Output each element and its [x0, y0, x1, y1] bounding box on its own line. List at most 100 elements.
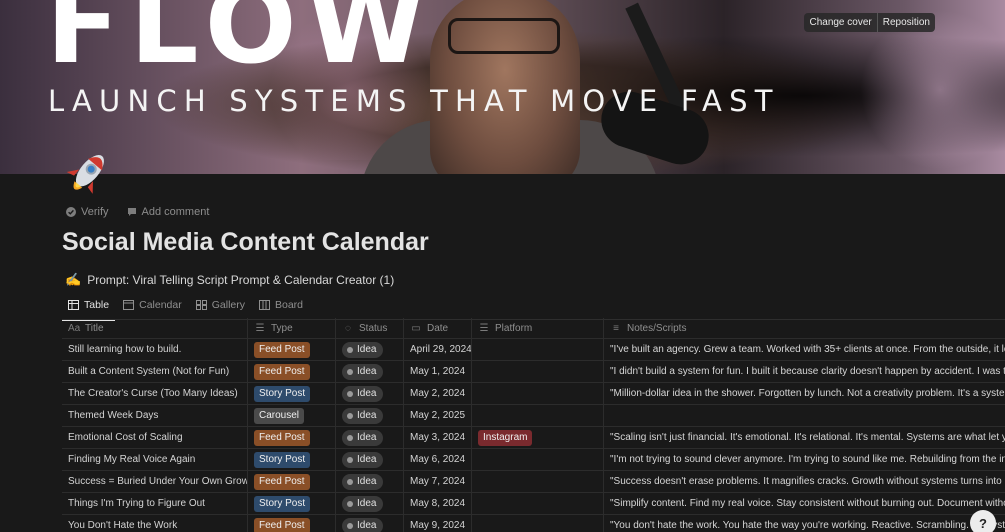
row-title-cell[interactable]: The Creator's Curse (Too Many Ideas): [62, 383, 248, 404]
row-status-cell[interactable]: Idea: [336, 383, 404, 404]
row-date-cell[interactable]: May 2, 2024: [404, 383, 472, 404]
row-status-cell[interactable]: Idea: [336, 493, 404, 514]
row-title-cell[interactable]: You Don't Hate the Work: [62, 515, 248, 532]
row-status-cell[interactable]: Idea: [336, 449, 404, 470]
text-lines-icon: ≡: [613, 322, 619, 334]
row-platform-cell[interactable]: [472, 405, 604, 426]
row-platform-cell[interactable]: Instagram: [472, 427, 604, 448]
status-dot-icon: [347, 412, 353, 419]
row-date-cell[interactable]: May 9, 2024: [404, 515, 472, 532]
row-notes-cell[interactable]: "Simplify content. Find my real voice. S…: [604, 493, 1005, 514]
prompt-page-link[interactable]: ✍ Prompt: Viral Telling Script Prompt & …: [65, 272, 394, 288]
row-type-cell[interactable]: Story Post: [248, 383, 336, 404]
column-header-status-label: Status: [359, 322, 388, 334]
status-label: Idea: [357, 453, 377, 465]
column-header-notes[interactable]: ≡ Notes/Scripts: [604, 318, 1005, 338]
row-type-cell[interactable]: Feed Post: [248, 339, 336, 360]
tab-gallery[interactable]: Gallery: [190, 295, 251, 318]
row-date-cell[interactable]: May 7, 2024: [404, 471, 472, 492]
text-property-icon: Aa: [68, 322, 81, 334]
page-meta-row: Verify Add comment: [66, 206, 209, 218]
reposition-button[interactable]: Reposition: [876, 13, 935, 32]
status-label: Idea: [357, 365, 377, 377]
row-title: The Creator's Curse (Too Many Ideas): [68, 388, 238, 399]
row-notes-cell[interactable]: "I've built an agency. Grew a team. Work…: [604, 339, 1005, 360]
row-notes-cell[interactable]: "You don't hate the work. You hate the w…: [604, 515, 1005, 532]
row-type-cell[interactable]: Feed Post: [248, 471, 336, 492]
table-row[interactable]: Success = Buried Under Your Own Growth Fe…: [62, 471, 1005, 493]
row-platform-cell[interactable]: [472, 339, 604, 360]
row-notes-cell[interactable]: "Success doesn't erase problems. It magn…: [604, 471, 1005, 492]
row-notes-cell[interactable]: [604, 405, 1005, 426]
platform-tag: Instagram: [478, 429, 533, 446]
table-row[interactable]: Finding My Real Voice Again Story Post Ide…: [62, 449, 1005, 471]
row-platform-cell[interactable]: [472, 493, 604, 514]
row-title-cell[interactable]: Things I'm Trying to Figure Out: [62, 493, 248, 514]
row-date-cell[interactable]: May 2, 2025: [404, 405, 472, 426]
column-header-date-label: Date: [427, 322, 449, 334]
row-title-cell[interactable]: Success = Buried Under Your Own Growth: [62, 471, 248, 492]
column-header-platform[interactable]: ☰ Platform: [472, 318, 604, 338]
row-status-cell[interactable]: Idea: [336, 515, 404, 532]
row-type-cell[interactable]: Story Post: [248, 493, 336, 514]
row-title-cell[interactable]: Still learning how to build.: [62, 339, 248, 360]
column-header-title[interactable]: Aa Title: [62, 318, 248, 338]
row-notes-cell[interactable]: "Million-dollar idea in the shower. Forg…: [604, 383, 1005, 404]
column-header-status[interactable]: ◌ Status: [336, 318, 404, 338]
status-dot-icon: [347, 522, 353, 529]
tab-board[interactable]: Board: [253, 295, 309, 318]
tab-calendar[interactable]: Calendar: [117, 295, 188, 318]
row-status-cell[interactable]: Idea: [336, 471, 404, 492]
row-type-cell[interactable]: Feed Post: [248, 361, 336, 382]
row-platform-cell[interactable]: [472, 383, 604, 404]
row-date-cell[interactable]: April 29, 2024: [404, 339, 472, 360]
row-platform-cell[interactable]: [472, 471, 604, 492]
status-pill: Idea: [342, 385, 384, 402]
table-row[interactable]: Still learning how to build. Feed Post Ide…: [62, 339, 1005, 361]
status-dot-icon: [347, 368, 353, 375]
table-row[interactable]: You Don't Hate the Work Feed Post Idea May …: [62, 515, 1005, 532]
row-platform-cell[interactable]: [472, 515, 604, 532]
add-comment-button[interactable]: Add comment: [127, 206, 209, 218]
row-notes-cell[interactable]: "I'm not trying to sound clever anymore.…: [604, 449, 1005, 470]
row-notes-cell[interactable]: "Scaling isn't just financial. It's emot…: [604, 427, 1005, 448]
row-date-cell[interactable]: May 1, 2024: [404, 361, 472, 382]
row-date: May 9, 2024: [410, 520, 466, 531]
row-date-cell[interactable]: May 3, 2024: [404, 427, 472, 448]
row-date: May 8, 2024: [410, 498, 466, 509]
row-type-cell[interactable]: Carousel: [248, 405, 336, 426]
row-status-cell[interactable]: Idea: [336, 339, 404, 360]
table-row[interactable]: Things I'm Trying to Figure Out Story Pos…: [62, 493, 1005, 515]
column-header-type[interactable]: ☰ Type: [248, 318, 336, 338]
row-platform-cell[interactable]: [472, 449, 604, 470]
row-notes: "I'm not trying to sound clever anymore.…: [610, 454, 1005, 465]
cover-image: FLOW LAUNCH SYSTEMS THAT MOVE FAST Chang…: [0, 0, 1005, 174]
page-title[interactable]: Social Media Content Calendar: [62, 228, 429, 257]
rocket-icon[interactable]: [62, 148, 114, 198]
row-type-cell[interactable]: Feed Post: [248, 427, 336, 448]
row-title-cell[interactable]: Themed Week Days: [62, 405, 248, 426]
row-status-cell[interactable]: Idea: [336, 361, 404, 382]
row-title-cell[interactable]: Emotional Cost of Scaling: [62, 427, 248, 448]
status-pill: Idea: [342, 451, 384, 468]
row-title-cell[interactable]: Finding My Real Voice Again: [62, 449, 248, 470]
row-date-cell[interactable]: May 6, 2024: [404, 449, 472, 470]
table-row[interactable]: Themed Week Days Carousel Idea May 2, 2025: [62, 405, 1005, 427]
row-type-cell[interactable]: Feed Post: [248, 515, 336, 532]
column-header-platform-label: Platform: [495, 322, 533, 334]
row-status-cell[interactable]: Idea: [336, 427, 404, 448]
row-notes-cell[interactable]: "I didn't build a system for fun. I buil…: [604, 361, 1005, 382]
help-button[interactable]: ?: [970, 510, 996, 532]
verify-button[interactable]: Verify: [66, 206, 109, 218]
table-row[interactable]: Built a Content System (Not for Fun) Feed…: [62, 361, 1005, 383]
row-platform-cell[interactable]: [472, 361, 604, 382]
row-title-cell[interactable]: Built a Content System (Not for Fun): [62, 361, 248, 382]
row-status-cell[interactable]: Idea: [336, 405, 404, 426]
table-row[interactable]: The Creator's Curse (Too Many Ideas) Stor…: [62, 383, 1005, 405]
row-date-cell[interactable]: May 8, 2024: [404, 493, 472, 514]
tab-table[interactable]: Table: [62, 295, 116, 321]
change-cover-button[interactable]: Change cover: [804, 13, 876, 32]
column-header-date[interactable]: ▭ Date: [404, 318, 472, 338]
table-row[interactable]: Emotional Cost of Scaling Feed Post Idea Ma…: [62, 427, 1005, 449]
row-type-cell[interactable]: Story Post: [248, 449, 336, 470]
